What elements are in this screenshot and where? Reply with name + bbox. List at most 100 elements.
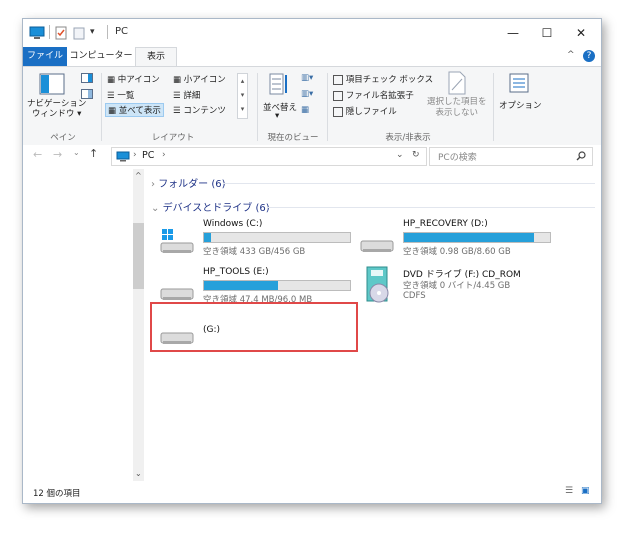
highlight-box — [150, 302, 358, 352]
small-icons-option[interactable]: ▦ 小アイコン — [173, 73, 226, 85]
close-button[interactable]: ✕ — [569, 24, 593, 42]
maximize-button[interactable]: ☐ — [535, 24, 559, 42]
pane-group-label: ペイン — [50, 133, 76, 143]
drive-free-space: 空き領域 0 バイト/4.45 GB — [403, 281, 511, 291]
drive-usage-fill — [404, 233, 534, 242]
details-pane-icon[interactable] — [81, 89, 93, 99]
list-option[interactable]: ☰ 一覧 — [107, 89, 134, 101]
tiles-option[interactable]: ▦ 並べて表示 — [105, 103, 164, 117]
drive-usage-bar — [203, 280, 351, 291]
search-box[interactable]: PCの検索 — [429, 147, 593, 166]
minimize-button[interactable]: — — [501, 24, 525, 42]
scroll-down-icon[interactable]: ⌄ — [135, 469, 142, 478]
options-button[interactable]: オプション — [499, 99, 542, 111]
breadcrumb-separator: › — [133, 150, 137, 160]
checkbox[interactable] — [333, 74, 343, 85]
address-bar: ← → ⌄ ↑ › PC › ⌄ ↻ PCの検索 — [23, 145, 601, 167]
explorer-window: ▾ PC — ☐ ✕ ファイル コンピューター 表示 ^ ? ナビゲーション ウ… — [22, 18, 602, 504]
new-folder-icon[interactable] — [73, 26, 85, 40]
vertical-scrollbar[interactable]: ^ ⌄ — [133, 169, 144, 481]
search-input[interactable]: PCの検索 — [438, 150, 477, 163]
breadcrumb-separator: › — [162, 150, 166, 160]
tab-view[interactable]: 表示 — [135, 47, 177, 67]
divider — [107, 25, 108, 39]
refresh-icon[interactable]: ↻ — [412, 150, 420, 160]
drive-c[interactable]: Windows (C:) 空き領域 433 GB/456 GB — [159, 217, 359, 259]
details-view-icon[interactable]: ☰ — [565, 486, 573, 496]
layout-group-label: レイアウト — [151, 133, 195, 143]
drive-free-space: 空き領域 433 GB/456 GB — [203, 247, 306, 257]
drive-usage-fill — [204, 233, 212, 242]
dvd-drive-icon — [366, 266, 389, 303]
drive-f[interactable]: DVD ドライブ (F:) CD_ROM 空き領域 0 バイト/4.45 GB … — [359, 265, 559, 307]
add-columns-icon[interactable]: ▥▾ — [301, 89, 313, 99]
large-icons-view-icon[interactable]: ▣ — [581, 486, 590, 496]
file-extensions-option[interactable]: ファイル名拡張子 — [333, 89, 414, 101]
address-dropdown-icon[interactable]: ⌄ — [396, 150, 404, 160]
ribbon-separator — [257, 73, 258, 141]
navigation-pane-icon[interactable] — [39, 73, 65, 95]
medium-icons-option[interactable]: ▦ 中アイコン — [107, 73, 160, 85]
drive-usage-bar — [403, 232, 551, 243]
details-option[interactable]: ☰ 詳細 — [173, 89, 200, 101]
chevron-right-icon[interactable]: › — [151, 179, 155, 190]
folders-group-header[interactable]: › フォルダー (6) — [151, 175, 226, 190]
content-icon: ☰ — [173, 106, 184, 116]
details-icon: ☰ — [173, 91, 184, 101]
back-icon[interactable]: ← — [33, 148, 42, 161]
chevron-down-icon[interactable]: ⌄ — [151, 203, 159, 214]
status-bar: 12 個の項目 ☰ ▣ — [23, 483, 601, 503]
list-icon: ☰ — [107, 91, 118, 101]
scroll-thumb[interactable] — [133, 223, 144, 289]
qat-dropdown-icon[interactable]: ▾ — [90, 27, 95, 41]
drive-name: HP_RECOVERY (D:) — [403, 219, 488, 229]
sort-button[interactable]: 並べ替え — [263, 101, 297, 113]
show-hide-group-label: 表示/非表示 — [385, 133, 431, 143]
breadcrumb-pc[interactable]: PC — [142, 150, 154, 161]
item-checkboxes-option[interactable]: 項目チェック ボックス — [333, 73, 433, 85]
title-bar: ▾ PC — ☐ ✕ — [23, 19, 601, 47]
help-icon[interactable]: ? — [583, 50, 595, 62]
drive-d[interactable]: HP_RECOVERY (D:) 空き領域 0.98 GB/8.60 GB — [359, 217, 559, 259]
preview-pane-icon[interactable] — [81, 73, 93, 83]
ribbon-tabs: ファイル コンピューター 表示 ^ ? — [23, 47, 601, 67]
size-columns-icon[interactable]: ▦ — [301, 105, 309, 115]
sort-dropdown-icon[interactable]: ▾ — [275, 111, 279, 121]
scroll-up-icon[interactable]: ^ — [135, 171, 142, 180]
small-icons-icon: ▦ — [173, 75, 184, 85]
navigation-pane-button[interactable]: ナビゲーション ウィンドウ ▾ — [27, 99, 86, 119]
content-option[interactable]: ☰ コンテンツ — [173, 104, 226, 116]
drive-name: HP_TOOLS (E:) — [203, 267, 269, 277]
properties-icon[interactable] — [55, 26, 67, 40]
checkbox[interactable] — [333, 106, 343, 117]
tab-computer[interactable]: コンピューター — [69, 47, 133, 66]
drive-usage-bar — [203, 232, 351, 243]
drive-e[interactable]: HP_TOOLS (E:) 空き領域 47.4 MB/96.0 MB — [159, 265, 359, 307]
pc-icon[interactable] — [29, 26, 45, 40]
up-icon[interactable]: ↑ — [89, 147, 98, 160]
window-title: PC — [115, 26, 129, 37]
checkbox[interactable] — [333, 90, 343, 101]
forward-icon[interactable]: → — [53, 148, 62, 161]
drive-name: Windows (C:) — [203, 219, 263, 229]
current-view-group-label: 現在のビュー — [267, 133, 319, 143]
collapse-ribbon-icon[interactable]: ^ — [567, 50, 575, 60]
devices-group-header[interactable]: ⌄ デバイスとドライブ (6) — [151, 199, 270, 214]
options-icon[interactable] — [509, 73, 529, 93]
hide-selected-icon[interactable] — [447, 71, 467, 95]
group-divider — [223, 183, 595, 184]
layout-scroll[interactable]: ▴ ▾ ▾ — [237, 73, 248, 119]
group-by-icon[interactable]: ▥▾ — [301, 73, 313, 83]
sort-icon[interactable] — [269, 73, 289, 95]
tab-file[interactable]: ファイル — [23, 47, 67, 66]
recent-locations-icon[interactable]: ⌄ — [73, 148, 80, 157]
ribbon-separator — [327, 73, 328, 141]
medium-icons-icon: ▦ — [107, 75, 118, 85]
drive-free-space: 空き領域 0.98 GB/8.60 GB — [403, 247, 511, 257]
hide-selected-button[interactable]: 選択した項目を 表示しない — [427, 97, 487, 119]
address-box[interactable]: › PC › ⌄ ↻ — [111, 147, 427, 166]
drive-usage-fill — [204, 281, 279, 290]
search-icon[interactable] — [576, 151, 586, 161]
hidden-items-option[interactable]: 隠しファイル — [333, 105, 397, 117]
drive-icon — [160, 288, 194, 300]
